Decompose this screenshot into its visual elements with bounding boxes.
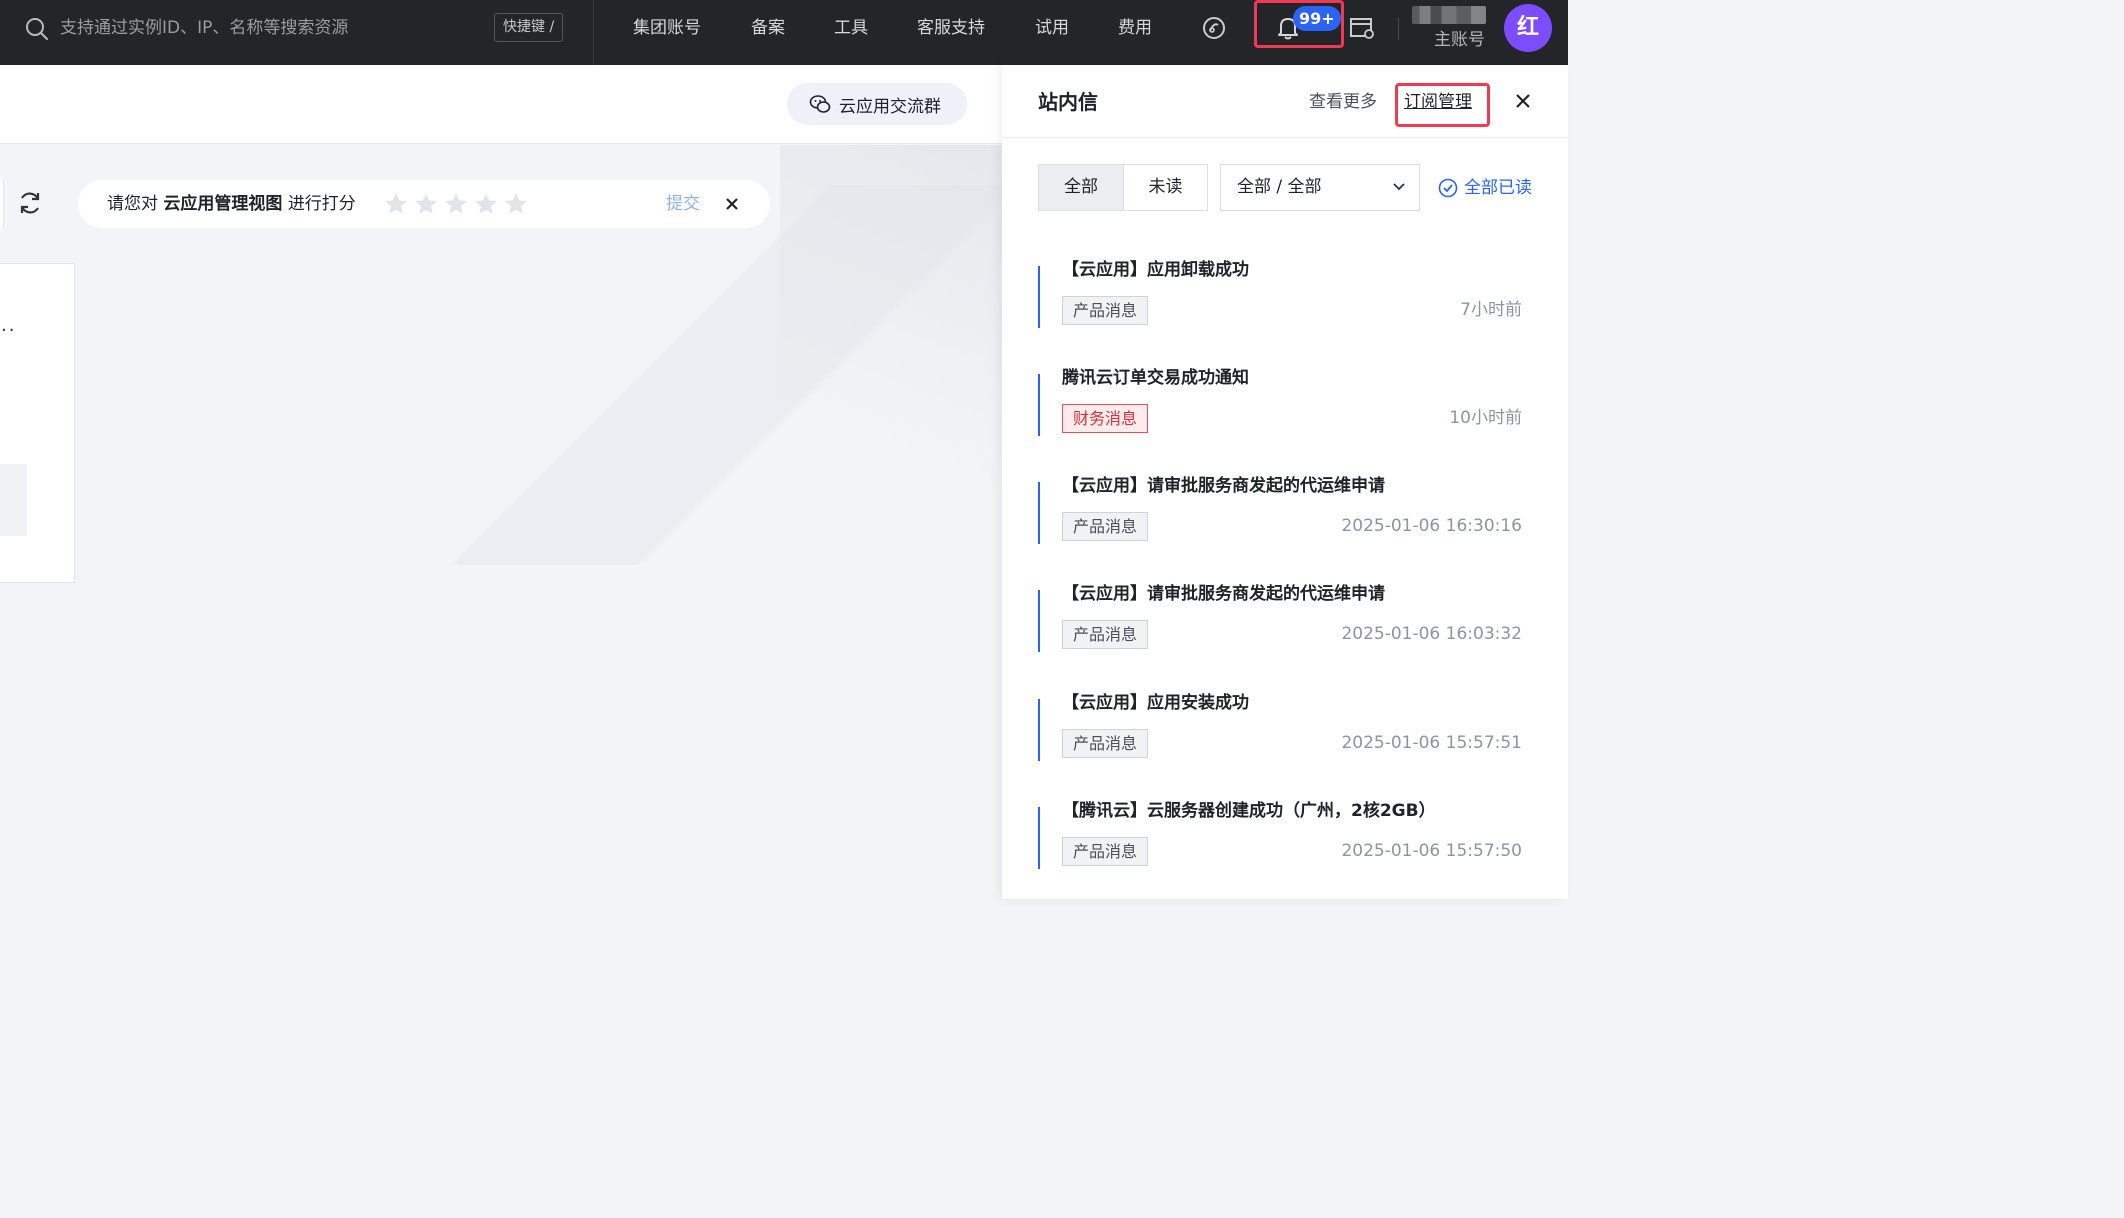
category-select[interactable]: 全部 / 全部 bbox=[1220, 164, 1420, 211]
list-item[interactable]: 【云应用】应用安装成功 产品消息 2025-01-06 15:57:51 bbox=[1038, 693, 1528, 789]
star-icon[interactable] bbox=[383, 191, 409, 217]
list-item[interactable]: 【云应用】请审批服务商发起的代运维申请 产品消息 2025-01-06 16:3… bbox=[1038, 476, 1528, 572]
unread-indicator bbox=[1038, 266, 1040, 328]
unread-indicator bbox=[1038, 482, 1040, 544]
message-time: 2025-01-06 16:30:16 bbox=[1341, 516, 1522, 536]
message-title: 【腾讯云】云服务器创建成功（广州，2核2GB） bbox=[1062, 801, 1436, 821]
list-item[interactable]: 【云应用】请审批服务商发起的代运维申请 产品消息 2025-01-06 16:0… bbox=[1038, 584, 1528, 680]
workorder-icon[interactable] bbox=[1348, 14, 1376, 42]
drawer-title: 站内信 bbox=[1038, 90, 1098, 114]
nav-support[interactable]: 客服支持 bbox=[917, 16, 985, 40]
message-tag: 产品消息 bbox=[1062, 837, 1149, 866]
rating-subject: 云应用管理视图 bbox=[163, 194, 283, 214]
read-filter-tabs: 全部 未读 bbox=[1038, 164, 1208, 211]
community-group-button[interactable]: 云应用交流群 bbox=[787, 83, 967, 125]
drawer-header: 站内信 查看更多 订阅管理 bbox=[1002, 65, 1568, 138]
wechat-icon bbox=[809, 95, 831, 113]
notification-drawer: 站内信 查看更多 订阅管理 全部 未读 全部 / 全部 全部已读 【云应用】应用… bbox=[1002, 65, 1568, 899]
notification-count-badge: 99+ bbox=[1293, 6, 1341, 31]
unread-indicator bbox=[1038, 807, 1040, 869]
collapsed-panel-edge bbox=[0, 180, 4, 228]
message-tag: 产品消息 bbox=[1062, 620, 1149, 649]
star-icon[interactable] bbox=[443, 191, 469, 217]
global-search[interactable]: 支持通过实例ID、IP、名称等搜索资源 快捷键 / bbox=[0, 0, 594, 65]
rating-text: 请您对 云应用管理视图 进行打分 bbox=[107, 194, 356, 214]
mark-all-read-label: 全部已读 bbox=[1464, 178, 1532, 198]
nav-group-account[interactable]: 集团账号 bbox=[633, 16, 701, 40]
community-button-label: 云应用交流群 bbox=[839, 96, 941, 117]
search-placeholder[interactable]: 支持通过实例ID、IP、名称等搜索资源 bbox=[60, 16, 348, 40]
message-title: 【云应用】应用安装成功 bbox=[1062, 693, 1249, 713]
avatar[interactable]: 红 bbox=[1504, 4, 1552, 52]
mark-all-read-button[interactable]: 全部已读 bbox=[1438, 176, 1532, 200]
message-title: 【云应用】请审批服务商发起的代运维申请 bbox=[1062, 476, 1385, 496]
more-icon[interactable]: ·· bbox=[1, 320, 16, 341]
unread-indicator bbox=[1038, 374, 1040, 436]
star-icon[interactable] bbox=[413, 191, 439, 217]
unread-indicator bbox=[1038, 699, 1040, 761]
card-inner-block bbox=[0, 464, 27, 536]
rating-stars bbox=[383, 191, 529, 217]
main-header: 云应用交流群 bbox=[0, 65, 1002, 144]
message-tag: 产品消息 bbox=[1062, 296, 1149, 325]
category-select-value: 全部 / 全部 bbox=[1237, 177, 1322, 197]
tab-all[interactable]: 全部 bbox=[1039, 165, 1123, 210]
list-item[interactable]: 腾讯云订单交易成功通知 财务消息 10小时前 bbox=[1038, 368, 1528, 464]
message-time: 2025-01-06 15:57:50 bbox=[1341, 841, 1522, 861]
service-icon[interactable] bbox=[1200, 14, 1228, 42]
tab-unread[interactable]: 未读 bbox=[1123, 165, 1207, 210]
message-time: 7小时前 bbox=[1460, 300, 1522, 320]
shortcut-hint: 快捷键 / bbox=[494, 13, 564, 42]
message-title: 腾讯云订单交易成功通知 bbox=[1062, 368, 1249, 388]
message-time: 10小时前 bbox=[1449, 408, 1522, 428]
search-icon bbox=[26, 18, 48, 40]
message-tag: 产品消息 bbox=[1062, 512, 1149, 541]
account-name-blurred bbox=[1412, 6, 1486, 24]
check-circle-icon bbox=[1438, 178, 1458, 198]
star-icon[interactable] bbox=[503, 191, 529, 217]
close-icon[interactable] bbox=[722, 194, 742, 214]
subscription-management-link[interactable]: 订阅管理 bbox=[1404, 90, 1472, 114]
close-icon[interactable] bbox=[1512, 90, 1534, 112]
background-decoration bbox=[780, 145, 1002, 565]
main-content: 云应用交流群 请您对 云应用管理视图 进行打分 提交 ·· bbox=[0, 65, 1002, 899]
top-navigation-bar: 支持通过实例ID、IP、名称等搜索资源 快捷键 / 集团账号 备案 工具 客服支… bbox=[0, 0, 1568, 65]
nav-trial[interactable]: 试用 bbox=[1035, 16, 1069, 40]
message-title: 【云应用】请审批服务商发起的代运维申请 bbox=[1062, 584, 1385, 604]
list-item[interactable]: 【腾讯云】云服务器创建成功（广州，2核2GB） 产品消息 2025-01-06 … bbox=[1038, 801, 1528, 897]
nav-divider bbox=[1398, 18, 1399, 40]
star-icon[interactable] bbox=[473, 191, 499, 217]
message-title: 【云应用】应用卸载成功 bbox=[1062, 260, 1249, 280]
nav-filing[interactable]: 备案 bbox=[751, 16, 785, 40]
account-type-label[interactable]: 主账号 bbox=[1434, 28, 1485, 52]
message-time: 2025-01-06 16:03:32 bbox=[1341, 624, 1522, 644]
nav-tools[interactable]: 工具 bbox=[834, 16, 868, 40]
message-time: 2025-01-06 15:57:51 bbox=[1341, 733, 1522, 753]
rating-prompt: 请您对 云应用管理视图 进行打分 提交 bbox=[78, 180, 770, 228]
nav-billing[interactable]: 费用 bbox=[1118, 16, 1152, 40]
message-tag: 产品消息 bbox=[1062, 729, 1149, 758]
message-tag: 财务消息 bbox=[1062, 404, 1149, 433]
list-item[interactable]: 【云应用】应用卸载成功 产品消息 7小时前 bbox=[1038, 260, 1528, 356]
content-card: ·· bbox=[0, 263, 75, 583]
unread-indicator bbox=[1038, 590, 1040, 652]
refresh-icon[interactable] bbox=[16, 189, 44, 217]
view-more-link[interactable]: 查看更多 bbox=[1309, 90, 1377, 114]
chevron-down-icon bbox=[1393, 183, 1405, 191]
rating-submit-button[interactable]: 提交 bbox=[666, 192, 700, 216]
